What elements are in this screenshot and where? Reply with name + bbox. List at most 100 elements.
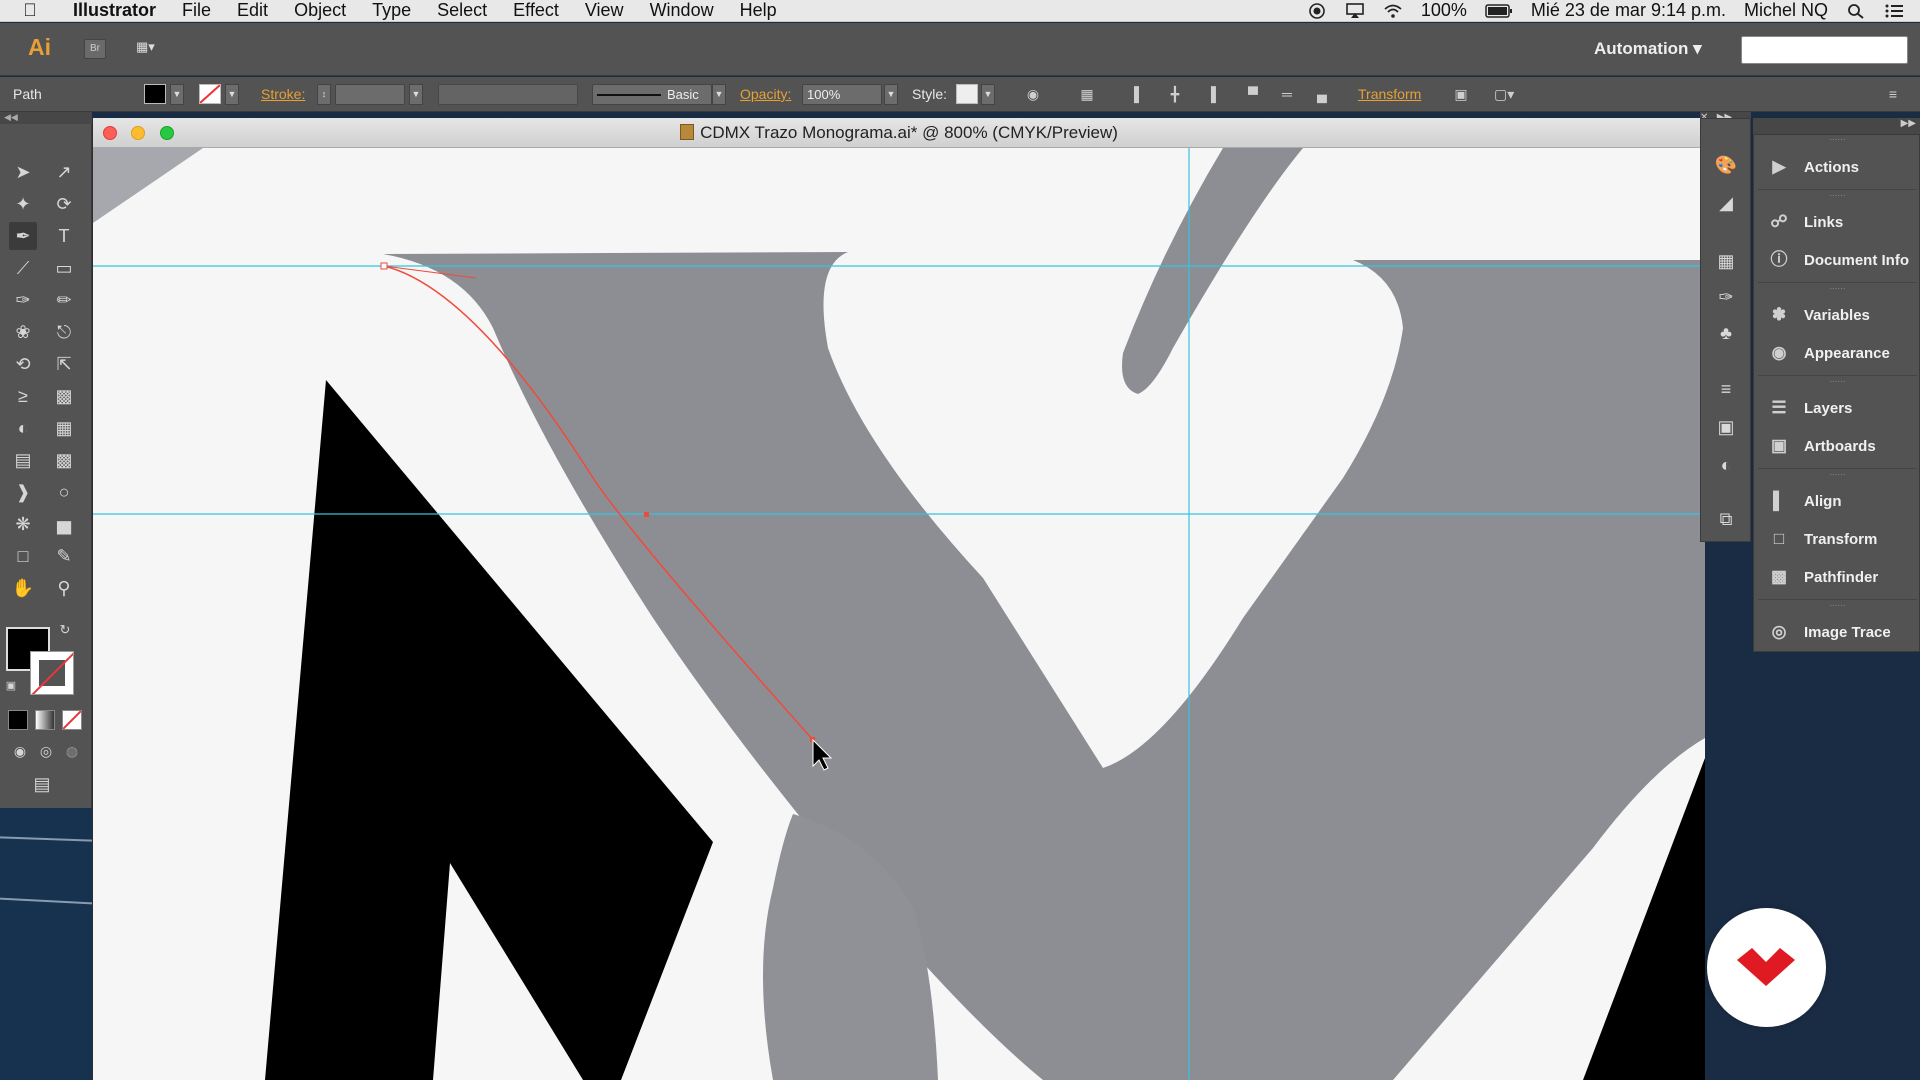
opacity-caret[interactable]: ▼ <box>884 84 898 105</box>
panel-actions[interactable]: ▶ Actions <box>1754 149 1920 185</box>
rectangle-tool-icon[interactable]: ▭ <box>50 254 78 282</box>
zoom-window-button[interactable] <box>160 126 174 140</box>
stroke-weight-field[interactable] <box>335 84 405 105</box>
align-bottom-icon[interactable]: ▄ <box>1313 86 1331 103</box>
opacity-field[interactable]: 100% <box>802 84 882 105</box>
workspace-switcher[interactable]: Automation ▾ <box>1594 39 1702 59</box>
pencil-tool-icon[interactable]: ✏ <box>50 286 78 314</box>
menu-select[interactable]: Select <box>424 0 500 21</box>
rotate-tool-icon[interactable]: ⟲ <box>9 350 37 378</box>
stroke-label[interactable]: Stroke: <box>261 86 305 102</box>
panel-layers[interactable]: ☰ Layers <box>1754 390 1920 426</box>
direct-selection-tool-icon[interactable]: ↗ <box>50 158 78 186</box>
column-graph-tool-icon[interactable]: ▅ <box>50 510 78 538</box>
free-transform-tool-icon[interactable]: ▩ <box>50 382 78 410</box>
fill-dropdown-caret[interactable]: ▼ <box>170 84 184 105</box>
lasso-tool-icon[interactable]: ⟳ <box>50 190 78 218</box>
color-guide-icon[interactable]: 🎨 <box>1713 155 1739 177</box>
close-window-button[interactable] <box>103 126 117 140</box>
graphic-style-caret[interactable]: ▼ <box>981 84 995 105</box>
paintbrush-tool-icon[interactable]: ✑ <box>9 286 37 314</box>
panel-list-header[interactable]: ▶▶ <box>1753 118 1920 134</box>
color-icon[interactable]: ◢ <box>1713 193 1739 215</box>
menu-help[interactable]: Help <box>727 0 790 21</box>
document-titlebar[interactable]: CDMX Trazo Monograma.ai* @ 800% (CMYK/Pr… <box>93 118 1705 148</box>
anchor-point-mid[interactable] <box>644 512 649 517</box>
default-colors-icon[interactable]: ▣ <box>2 677 20 695</box>
selection-tool-icon[interactable]: ➤ <box>9 158 37 186</box>
stroke-icon[interactable]: ≡ <box>1713 379 1739 401</box>
align-left-icon[interactable]: ▌ <box>1130 86 1148 103</box>
panel-pathfinder[interactable]: ▩ Pathfinder <box>1754 559 1920 595</box>
align-middle-icon[interactable]: ═ <box>1278 86 1296 103</box>
fill-color-swatch[interactable] <box>144 84 166 104</box>
control-menu-icon[interactable]: ≡ <box>1884 86 1902 103</box>
swatches-icon[interactable]: ▦ <box>1713 251 1739 273</box>
align-top-icon[interactable]: ▀ <box>1244 86 1262 103</box>
panel-variables[interactable]: ✽ Variables <box>1754 297 1920 333</box>
align-center-icon[interactable]: ╋ <box>1166 86 1184 103</box>
panel-image-trace[interactable]: ◎ Image Trace <box>1754 614 1920 650</box>
eraser-tool-icon[interactable]: ⎋ <box>50 318 78 346</box>
menu-app-name[interactable]: Illustrator <box>60 0 169 21</box>
artboard-tool-icon[interactable]: □ <box>9 542 37 570</box>
align-right-icon[interactable]: ▐ <box>1202 86 1220 103</box>
panel-document-info[interactable]: ⓘ Document Info <box>1754 242 1920 278</box>
draw-inside-icon[interactable]: ◍ <box>58 737 86 765</box>
menu-window[interactable]: Window <box>637 0 727 21</box>
menu-edit[interactable]: Edit <box>224 0 281 21</box>
shaper-tool-icon[interactable]: ❀ <box>9 318 37 346</box>
arrange-documents-button[interactable]: ▦▾ <box>136 39 172 59</box>
magic-wand-tool-icon[interactable]: ✦ <box>9 190 37 218</box>
transparency-icon[interactable]: ◐ <box>1713 455 1739 477</box>
wifi-icon[interactable] <box>1383 3 1403 19</box>
brush-definition[interactable]: Basic <box>592 84 712 105</box>
stroke-swatch[interactable] <box>30 651 74 695</box>
width-tool-icon[interactable]: ≥ <box>9 382 37 410</box>
tools-collapse-icon[interactable]: ◀◀ <box>0 112 92 124</box>
variable-width-profile[interactable] <box>438 84 578 105</box>
panel-artboards[interactable]: ▣ Artboards <box>1754 428 1920 464</box>
battery-icon[interactable] <box>1485 3 1513 19</box>
slice-tool-icon[interactable]: ✎ <box>50 542 78 570</box>
user-name[interactable]: Michel NQ <box>1744 0 1828 21</box>
hand-tool-icon[interactable]: ✋ <box>9 574 37 602</box>
panel-transform[interactable]: □ Transform <box>1754 521 1920 557</box>
brush-caret[interactable]: ▼ <box>712 84 726 105</box>
menu-view[interactable]: View <box>572 0 637 21</box>
panel-links[interactable]: ☍ Links <box>1754 204 1920 240</box>
menu-effect[interactable]: Effect <box>500 0 572 21</box>
stroke-weight-caret[interactable]: ▼ <box>409 84 423 105</box>
mesh-tool-icon[interactable]: ▤ <box>9 446 37 474</box>
stroke-dropdown-caret[interactable]: ▼ <box>225 84 239 105</box>
make-envelope-icon[interactable]: ▢▾ <box>1494 86 1514 103</box>
gradient-icon[interactable]: ▣ <box>1713 417 1739 439</box>
gradient-mode-icon[interactable] <box>35 710 55 730</box>
color-mode-icon[interactable] <box>8 710 28 730</box>
symbols-icon[interactable]: ♣ <box>1713 323 1739 345</box>
datetime[interactable]: Mié 23 de mar 9:14 p.m. <box>1531 0 1726 21</box>
bridge-button[interactable]: Br <box>84 39 106 59</box>
align-to-icon[interactable]: ▦ <box>1078 86 1096 103</box>
menu-type[interactable]: Type <box>359 0 424 21</box>
artboard-canvas[interactable] <box>93 148 1705 1080</box>
change-screen-mode-icon[interactable]: ▤ <box>28 770 56 798</box>
draw-behind-icon[interactable]: ◎ <box>32 737 60 765</box>
pen-tool-icon[interactable]: ✒ <box>9 222 37 250</box>
zoom-tool-icon[interactable]: ⚲ <box>50 574 78 602</box>
line-tool-icon[interactable]: ⟋ <box>9 254 37 282</box>
stroke-color-swatch[interactable] <box>199 84 221 104</box>
opacity-label[interactable]: Opacity: <box>740 86 791 102</box>
none-mode-icon[interactable] <box>62 710 82 730</box>
eyedropper-tool-icon[interactable]: ❱ <box>9 478 37 506</box>
graphic-style-swatch[interactable] <box>956 84 978 104</box>
stroke-weight-stepper[interactable]: ↕ <box>317 84 331 105</box>
swap-fill-stroke-icon[interactable]: ↻ <box>56 621 74 639</box>
asset-export-icon[interactable]: ⧉ <box>1713 509 1739 531</box>
spotlight-search-icon[interactable] <box>1846 3 1866 19</box>
menu-file[interactable]: File <box>169 0 224 21</box>
draw-normal-icon[interactable]: ◉ <box>6 737 34 765</box>
recolor-artwork-icon[interactable]: ◉ <box>1024 86 1042 103</box>
airplay-icon[interactable] <box>1345 2 1365 19</box>
perspective-grid-tool-icon[interactable]: ▦ <box>50 414 78 442</box>
